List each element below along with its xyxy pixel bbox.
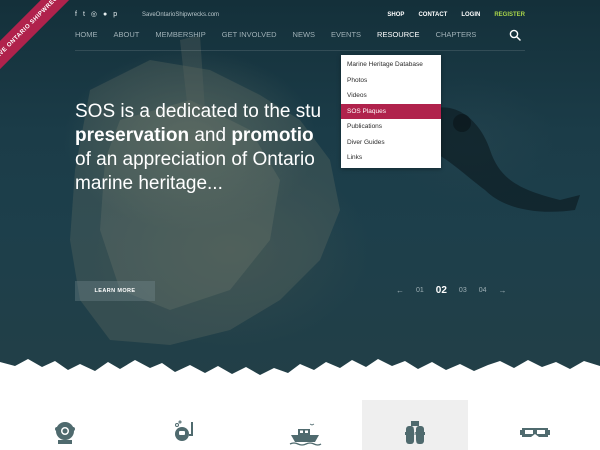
torn-paper-edge xyxy=(0,359,600,385)
menu-item-publications[interactable]: Publications xyxy=(341,119,441,135)
flickr-icon[interactable]: ● xyxy=(103,10,107,20)
resource-dropdown-menu: Marine Heritage Database Photos Videos S… xyxy=(341,55,441,168)
nav-resource[interactable]: RESOURCE xyxy=(377,30,420,40)
next-slide-arrow-icon[interactable]: → xyxy=(499,284,507,298)
feature-dive-mask[interactable] xyxy=(481,400,587,450)
menu-item-links[interactable]: Links xyxy=(341,150,441,166)
snorkel-diver-icon xyxy=(175,420,193,441)
diver-helmet-icon xyxy=(55,422,75,444)
headline-bold-promotion: promotio xyxy=(231,125,314,146)
account-links: SHOP CONTACT LOGIN REGISTER xyxy=(387,10,525,20)
menu-item-marine-heritage-database[interactable]: Marine Heritage Database xyxy=(341,57,441,73)
boat-icon xyxy=(289,423,322,446)
utility-bar: f t ◎ ● p SaveOntarioShipwrecks.com SHOP… xyxy=(75,10,525,22)
slider-pager: ← 01 02 03 04 → xyxy=(396,284,519,298)
nav-get-involved[interactable]: GET INVOLVED xyxy=(222,30,277,40)
prev-slide-arrow-icon[interactable]: ← xyxy=(396,284,404,298)
headline-line-2: preservation and promotio xyxy=(75,124,321,148)
feature-scuba-tank[interactable] xyxy=(362,400,468,450)
pager-page-2-current[interactable]: 02 xyxy=(436,284,447,298)
headline-and: and xyxy=(189,125,232,146)
headline-line-4: marine heritage... xyxy=(75,173,223,194)
nav-membership[interactable]: MEMBERSHIP xyxy=(155,30,205,40)
main-nav: HOME ABOUT MEMBERSHIP GET INVOLVED NEWS … xyxy=(75,30,492,40)
menu-item-videos[interactable]: Videos xyxy=(341,88,441,104)
feature-icon-row xyxy=(0,400,600,450)
pager-page-3[interactable]: 03 xyxy=(459,284,467,298)
feature-snorkel-diver[interactable] xyxy=(131,400,237,450)
shop-link[interactable]: SHOP xyxy=(387,10,404,20)
hero-section: SAVE ONTARIO SHIPWRECKS f t ◎ ● p SaveOn… xyxy=(0,0,600,380)
menu-item-sos-plaques[interactable]: SOS Plaques xyxy=(341,103,441,119)
twitter-icon[interactable]: t xyxy=(83,10,85,20)
nav-news[interactable]: NEWS xyxy=(293,30,316,40)
nav-about[interactable]: ABOUT xyxy=(114,30,140,40)
pager-page-1[interactable]: 01 xyxy=(416,284,424,298)
site-url[interactable]: SaveOntarioShipwrecks.com xyxy=(142,11,219,19)
pager-page-4[interactable]: 04 xyxy=(479,284,487,298)
nav-divider xyxy=(75,50,525,51)
menu-item-diver-guides[interactable]: Diver Guides xyxy=(341,135,441,151)
login-link[interactable]: LOGIN xyxy=(461,10,480,20)
social-links: f t ◎ ● p xyxy=(75,10,117,20)
dive-mask-icon xyxy=(520,428,550,437)
facebook-icon[interactable]: f xyxy=(75,10,77,20)
nav-home[interactable]: HOME xyxy=(75,30,98,40)
register-link[interactable]: REGISTER xyxy=(494,10,525,20)
nav-chapters[interactable]: CHAPTERS xyxy=(436,30,477,40)
headline-bold-preservation: preservation xyxy=(75,125,190,146)
instagram-icon[interactable]: ◎ xyxy=(91,10,97,20)
pinterest-icon[interactable]: p xyxy=(113,10,117,20)
headline-line-3: of an appreciation of Ontario xyxy=(75,149,315,170)
contact-link[interactable]: CONTACT xyxy=(418,10,447,20)
search-icon[interactable] xyxy=(509,29,521,41)
menu-item-photos[interactable]: Photos xyxy=(341,73,441,89)
scuba-tank-icon xyxy=(405,421,425,445)
feature-dive-boat[interactable] xyxy=(250,400,356,450)
nav-events[interactable]: EVENTS xyxy=(331,30,361,40)
feature-diving-helmet[interactable] xyxy=(12,400,118,450)
hero-headline: SOS is a dedicated to the stu preservati… xyxy=(75,100,321,196)
learn-more-button[interactable]: LEARN MORE xyxy=(75,281,155,301)
headline-line-1: SOS is a dedicated to the stu xyxy=(75,101,322,122)
